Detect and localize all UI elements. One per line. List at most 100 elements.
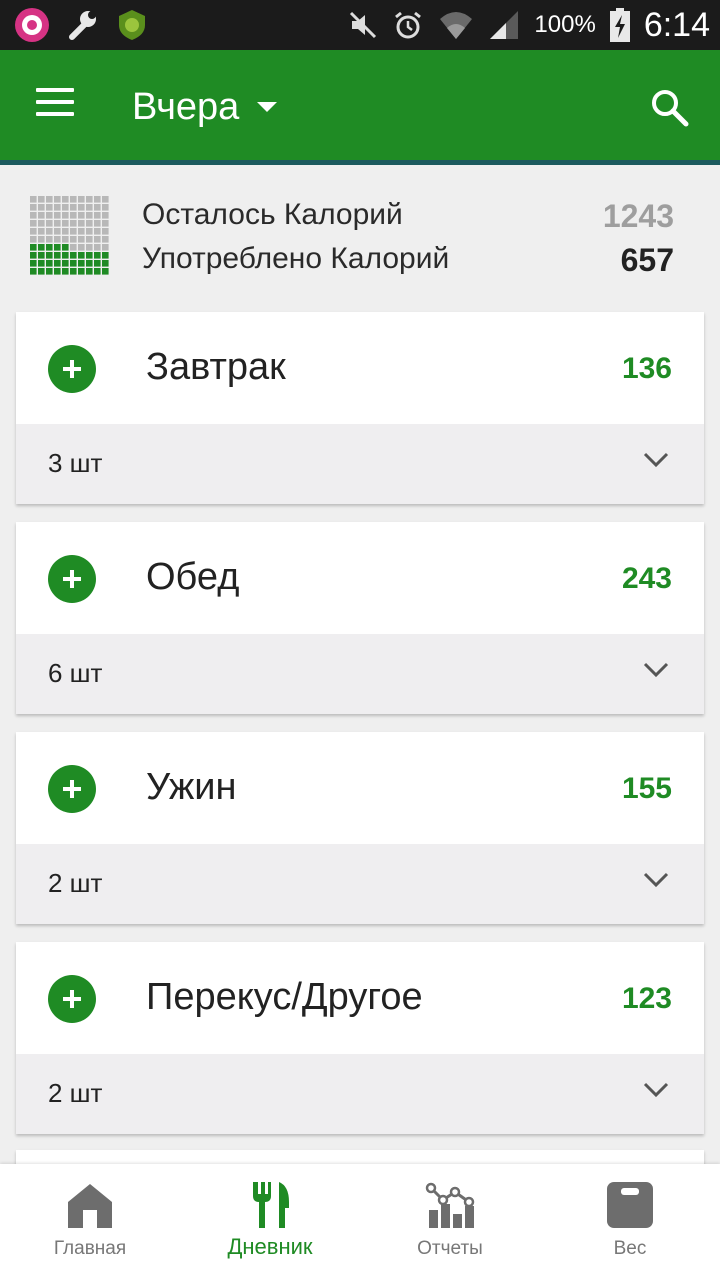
calorie-grid-cell bbox=[70, 244, 77, 251]
nav-diary[interactable]: Дневник bbox=[180, 1164, 360, 1280]
nav-home[interactable]: Главная bbox=[0, 1164, 180, 1280]
calorie-grid-cell bbox=[78, 252, 85, 259]
calorie-grid-cell bbox=[70, 268, 77, 275]
calorie-grid-cell bbox=[70, 204, 77, 211]
signal-icon bbox=[490, 11, 519, 39]
calorie-grid-cell bbox=[30, 260, 37, 267]
calorie-grid-cell bbox=[54, 220, 61, 227]
meal-card-dinner: Ужин 155 2 шт bbox=[16, 732, 704, 924]
meal-card-breakfast: Завтрак 136 3 шт bbox=[16, 312, 704, 504]
meal-item-count: 3 шт bbox=[48, 448, 103, 478]
calorie-grid-cell bbox=[78, 244, 85, 251]
meal-item-count: 6 шт bbox=[48, 658, 103, 688]
add-food-button[interactable] bbox=[48, 555, 96, 603]
battery-charging-icon bbox=[609, 8, 630, 42]
calorie-grid-cell bbox=[78, 268, 85, 275]
nav-label: Вес bbox=[613, 1238, 647, 1259]
date-dropdown[interactable]: Вчера bbox=[132, 82, 278, 132]
meal-expand-row[interactable]: 6 шт bbox=[16, 634, 704, 714]
calorie-grid-cell bbox=[46, 220, 53, 227]
hamburger-icon-line bbox=[36, 100, 74, 104]
calorie-grid-cell bbox=[30, 212, 37, 219]
calorie-grid-cell bbox=[46, 204, 53, 211]
meal-expand-row[interactable]: 2 шт bbox=[16, 844, 704, 924]
calorie-grid-cell bbox=[30, 236, 37, 243]
calorie-grid-cell bbox=[38, 220, 45, 227]
calorie-grid-cell bbox=[94, 252, 101, 259]
meal-item-count: 2 шт bbox=[48, 868, 103, 898]
calorie-grid-cell bbox=[62, 212, 69, 219]
calorie-grid-cell bbox=[102, 268, 109, 275]
meal-expand-row[interactable]: 3 шт bbox=[16, 424, 704, 504]
nav-label: Главная bbox=[53, 1238, 127, 1259]
fork-knife-icon bbox=[253, 1182, 289, 1228]
add-food-button[interactable] bbox=[48, 345, 96, 393]
calorie-grid-cell bbox=[86, 196, 93, 203]
hamburger-icon-line bbox=[36, 88, 74, 92]
chevron-down-icon bbox=[643, 1082, 669, 1098]
meal-calories: 123 bbox=[621, 982, 672, 1015]
meal-expand-row[interactable]: 2 шт bbox=[16, 1054, 704, 1134]
calorie-grid-cell bbox=[38, 260, 45, 267]
meal-name: Завтрак bbox=[146, 346, 286, 388]
nav-label: Дневник bbox=[227, 1234, 313, 1259]
battery-percent: 100% bbox=[534, 11, 596, 38]
date-label: Вчера bbox=[132, 85, 240, 128]
mute-icon bbox=[350, 11, 377, 39]
meal-card-snack: Перекус/Другое 123 2 шт bbox=[16, 942, 704, 1134]
calorie-grid-cell bbox=[86, 220, 93, 227]
calorie-grid-cell bbox=[102, 212, 109, 219]
shield-app-icon bbox=[119, 10, 145, 40]
calorie-grid-cell bbox=[78, 260, 85, 267]
calorie-grid-cell bbox=[46, 244, 53, 251]
calorie-grid-cell bbox=[102, 204, 109, 211]
calorie-grid-cell bbox=[86, 244, 93, 251]
calorie-grid-cell bbox=[78, 236, 85, 243]
calorie-grid-cell bbox=[94, 204, 101, 211]
calorie-grid-cell bbox=[70, 212, 77, 219]
search-icon[interactable] bbox=[648, 86, 692, 130]
calorie-grid-cell bbox=[102, 196, 109, 203]
calorie-grid-cell bbox=[46, 236, 53, 243]
wifi-icon bbox=[440, 12, 473, 39]
calorie-grid-cell bbox=[38, 204, 45, 211]
remaining-value: 1243 bbox=[602, 198, 674, 234]
calorie-grid-cell bbox=[70, 228, 77, 235]
nav-reports[interactable]: Отчеты bbox=[360, 1164, 540, 1280]
meal-card-header: Перекус/Другое 123 bbox=[16, 942, 704, 1054]
calorie-grid-cell bbox=[54, 196, 61, 203]
calorie-grid-cell bbox=[62, 204, 69, 211]
calorie-grid-cell bbox=[70, 220, 77, 227]
calorie-grid-cell bbox=[38, 252, 45, 259]
calorie-grid-cell bbox=[78, 204, 85, 211]
meal-card-header: Завтрак 136 bbox=[16, 312, 704, 424]
calorie-grid-cell bbox=[94, 244, 101, 251]
hamburger-icon-line bbox=[36, 112, 74, 116]
meal-name: Ужин bbox=[146, 766, 237, 808]
calorie-grid-cell bbox=[54, 260, 61, 267]
calorie-grid-cell bbox=[38, 236, 45, 243]
calorie-grid-cell bbox=[62, 220, 69, 227]
calorie-grid-cell bbox=[86, 228, 93, 235]
add-food-button[interactable] bbox=[48, 765, 96, 813]
add-food-button[interactable] bbox=[48, 975, 96, 1023]
calorie-grid-cell bbox=[54, 212, 61, 219]
calorie-grid-cell bbox=[30, 244, 37, 251]
meal-card-header: Ужин 155 bbox=[16, 732, 704, 844]
nav-weight[interactable]: Вес bbox=[540, 1164, 720, 1280]
calorie-grid-cell bbox=[94, 196, 101, 203]
calorie-grid-cell bbox=[38, 212, 45, 219]
calorie-grid-cell bbox=[62, 228, 69, 235]
calorie-grid-cell bbox=[78, 228, 85, 235]
meal-calories: 136 bbox=[621, 352, 672, 385]
calorie-grid-cell bbox=[46, 196, 53, 203]
calorie-summary: Осталось Калорий 1243 Употреблено Калори… bbox=[0, 190, 720, 290]
calorie-grid-cell bbox=[86, 268, 93, 275]
menu-button[interactable] bbox=[36, 88, 74, 118]
chevron-down-icon bbox=[643, 662, 669, 678]
calorie-grid-cell bbox=[30, 196, 37, 203]
calorie-grid-cell bbox=[38, 196, 45, 203]
calorie-grid-cell bbox=[46, 260, 53, 267]
calorie-grid-cell bbox=[38, 268, 45, 275]
chevron-down-icon bbox=[643, 452, 669, 468]
